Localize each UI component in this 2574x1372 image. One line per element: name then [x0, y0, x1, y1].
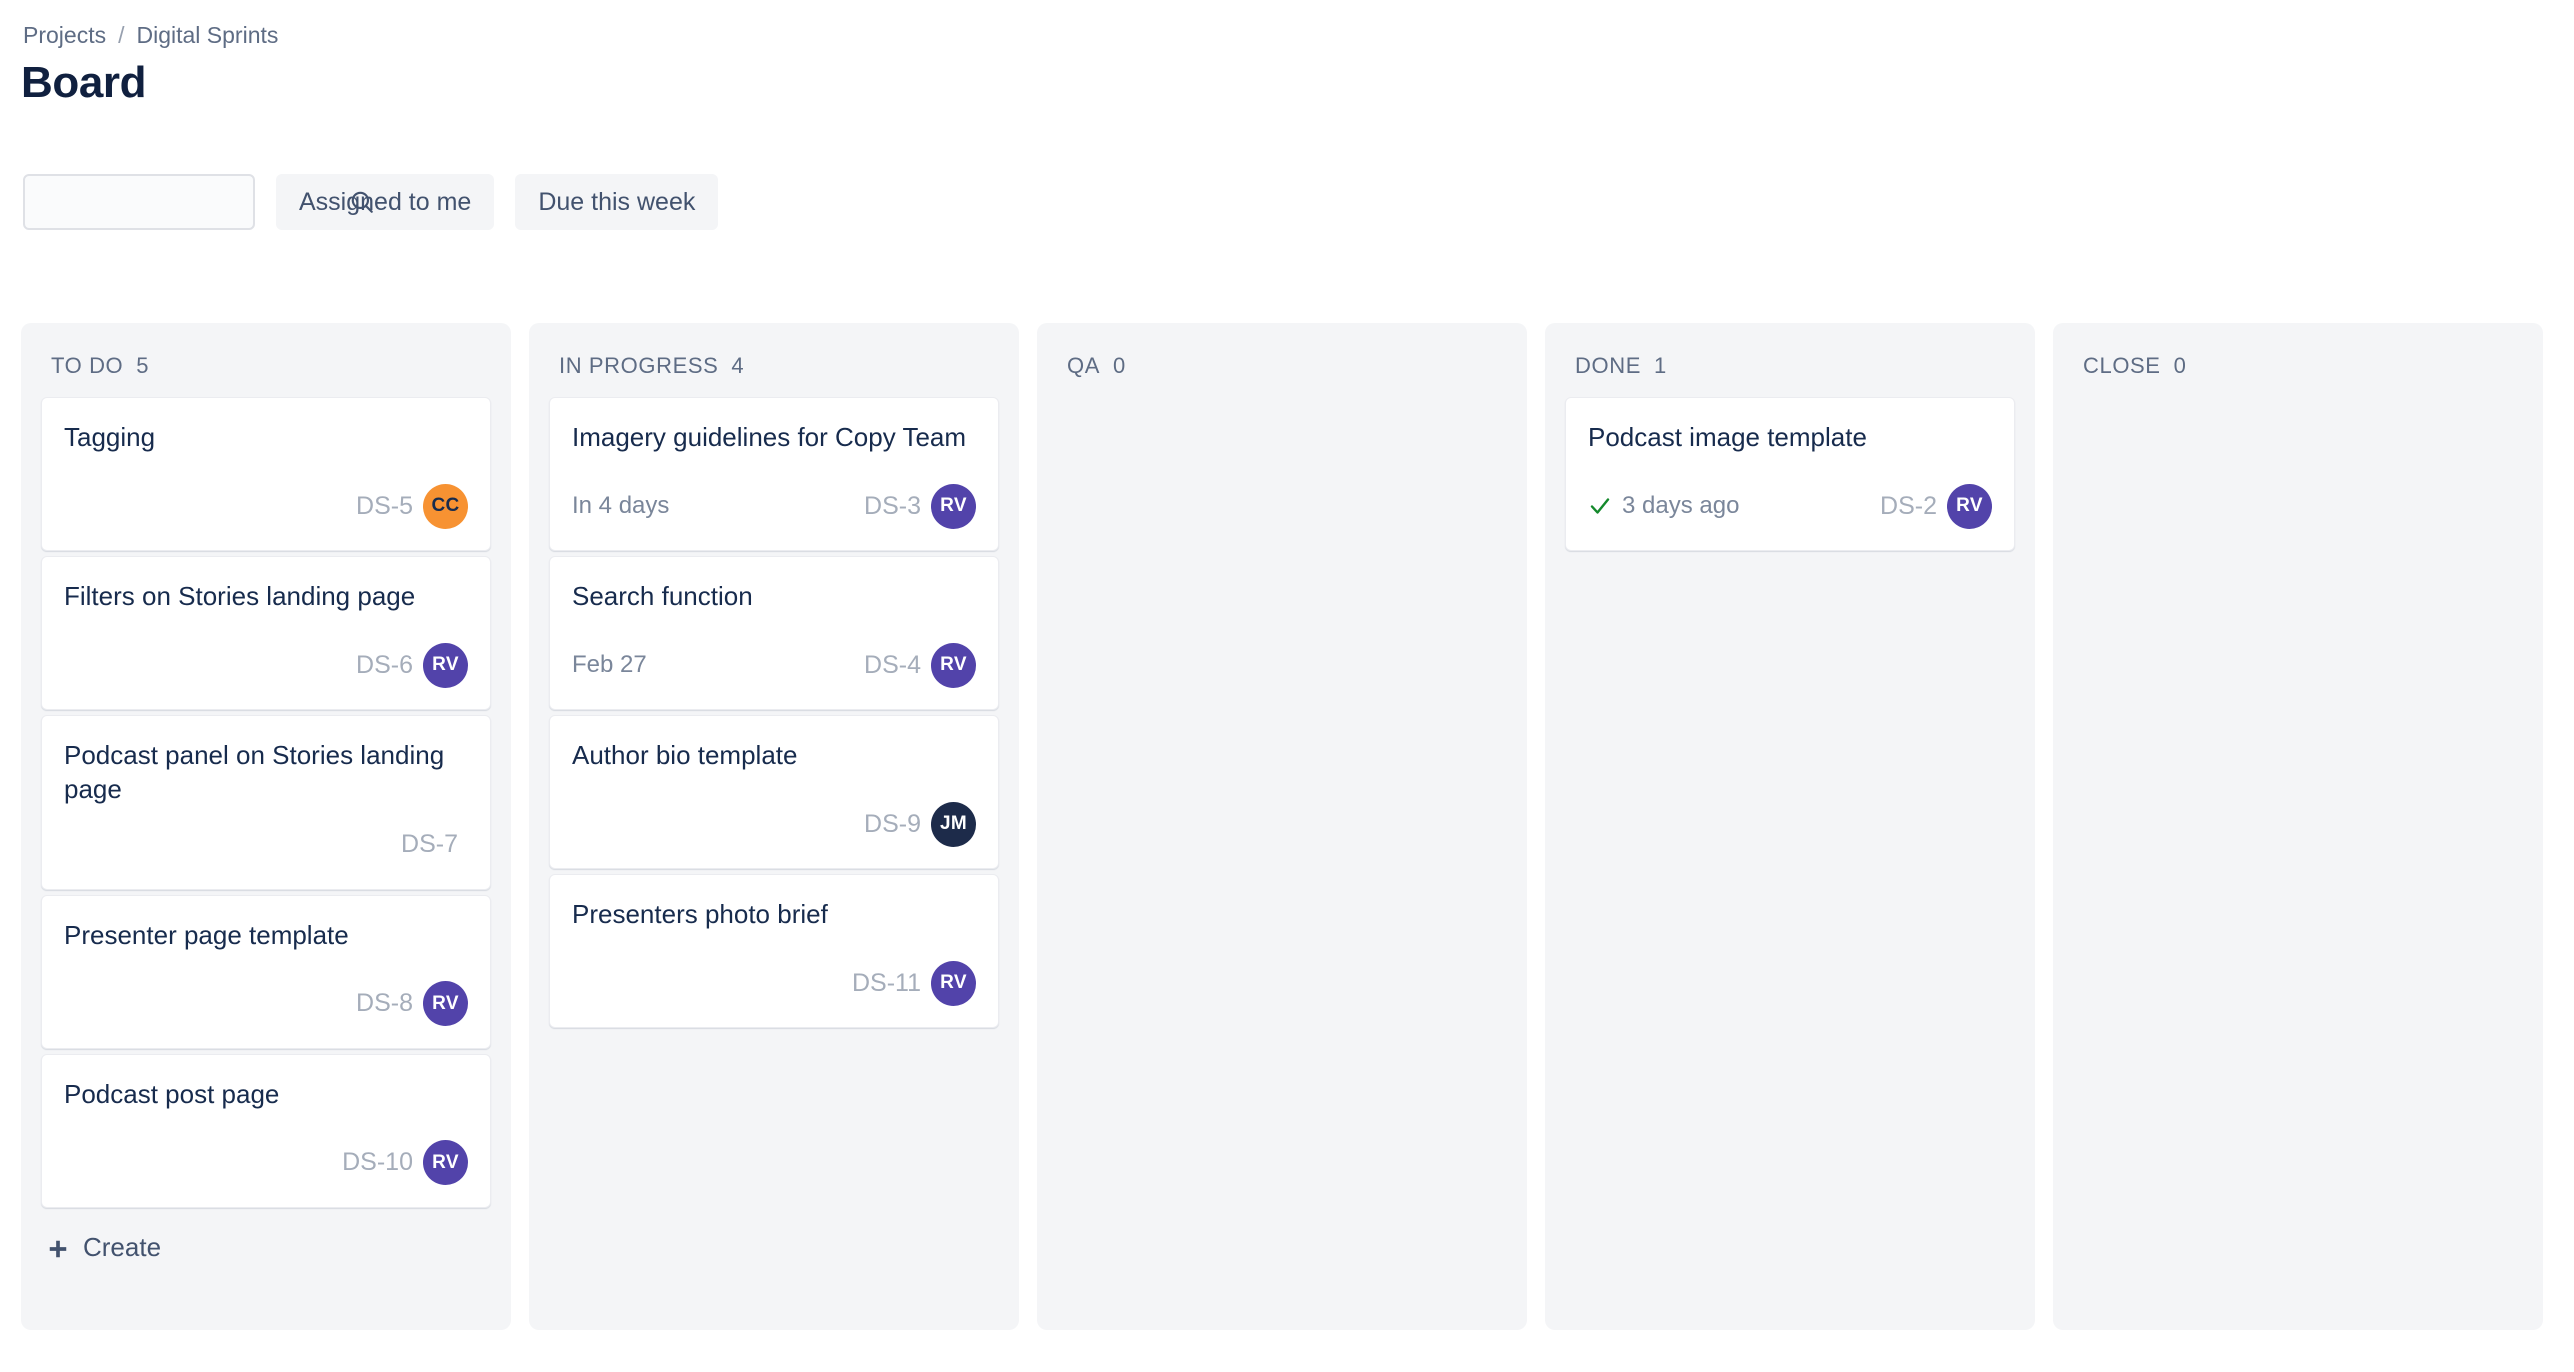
card-footer: DS-9 JM — [572, 800, 976, 848]
avatar[interactable]: CC — [423, 483, 468, 529]
breadcrumb-project-link[interactable]: Digital Sprints — [136, 22, 278, 49]
board-column-in-progress: IN PROGRESS 4 Imagery guidelines for Copy … — [529, 323, 1019, 1330]
board-card[interactable]: Presenters photo brief DS-11 RV — [549, 874, 999, 1028]
card-footer: DS-6 RV — [64, 641, 468, 689]
breadcrumb-projects-link[interactable]: Projects — [23, 22, 106, 49]
card-due-label: 3 days ago — [1622, 492, 1740, 519]
card-due-date: Feb 27 — [572, 651, 647, 679]
avatar[interactable]: RV — [423, 642, 468, 688]
card-issue-key[interactable]: DS-7 — [401, 830, 458, 859]
card-due-date: In 4 days — [572, 492, 669, 520]
board-card[interactable]: Tagging DS-5 CC — [41, 397, 491, 551]
card-list: Podcast image template 3 days ago DS-2 RV — [1545, 397, 2035, 551]
board-card[interactable]: Filters on Stories landing page DS-6 RV — [41, 556, 491, 710]
card-footer: DS-8 RV — [64, 980, 468, 1028]
board-card[interactable]: Search function Feb 27 DS-4 RV — [549, 556, 999, 710]
card-footer: Feb 27 DS-4 RV — [572, 641, 976, 689]
create-button[interactable]: Create — [41, 1224, 167, 1271]
card-title: Author bio template — [572, 740, 798, 770]
card-title: Imagery guidelines for Copy Team — [572, 422, 967, 452]
page-title: Board — [21, 58, 147, 107]
board-columns: TO DO 5 Tagging DS-5 CC Filters on Stories la… — [21, 323, 2543, 1330]
column-count: 1 — [1653, 353, 1667, 378]
search-input[interactable] — [39, 176, 349, 228]
board-toolbar: Assigned to me Due this week — [23, 174, 719, 230]
column-header: TO DO 5 — [21, 323, 511, 397]
board-card[interactable]: Imagery guidelines for Copy Team In 4 day… — [549, 397, 999, 551]
column-count: 0 — [2173, 353, 2186, 378]
board-card[interactable]: Podcast image template 3 days ago DS-2 RV — [1565, 397, 2015, 551]
card-title: Presenter page template — [64, 919, 349, 950]
avatar[interactable]: RV — [423, 981, 468, 1027]
board-card[interactable]: Podcast post page DS-10 RV — [41, 1053, 491, 1208]
column-name: QA — [1067, 353, 1100, 378]
card-title: Podcast panel on Stories landing page — [64, 740, 445, 805]
card-footer: DS-11 RV — [572, 959, 976, 1007]
card-due-date: 3 days ago — [1588, 492, 1739, 520]
column-count: 0 — [1113, 353, 1126, 378]
card-list: Tagging DS-5 CC Filters on Stories landing … — [21, 397, 511, 1208]
card-title: Search function — [572, 581, 753, 611]
card-footer: DS-10 RV — [64, 1139, 468, 1187]
avatar[interactable]: RV — [423, 1140, 468, 1186]
column-count: 4 — [731, 353, 744, 378]
avatar[interactable]: RV — [931, 483, 976, 529]
search-icon — [349, 189, 375, 215]
card-issue-key[interactable]: DS-3 — [864, 492, 921, 521]
board-card[interactable]: Author bio template DS-9 JM — [549, 715, 999, 869]
plus-icon — [47, 1236, 69, 1258]
avatar[interactable]: JM — [931, 801, 976, 847]
breadcrumb: Projects / Digital Sprints — [23, 22, 278, 49]
column-header: QA 0 — [1037, 323, 1527, 397]
card-footer: DS-7 — [64, 821, 468, 869]
avatar[interactable]: RV — [931, 642, 976, 688]
card-issue-key[interactable]: DS-11 — [852, 969, 921, 998]
column-header: CLOSE 0 — [2053, 323, 2543, 397]
column-name: DONE — [1575, 353, 1641, 378]
card-title: Presenters photo brief — [572, 899, 828, 929]
column-header: IN PROGRESS 4 — [529, 323, 1019, 397]
column-name: IN PROGRESS — [559, 353, 719, 378]
card-footer: In 4 days DS-3 RV — [572, 482, 976, 530]
search-box[interactable] — [23, 174, 373, 230]
column-name: CLOSE — [2083, 353, 2161, 378]
avatar[interactable]: RV — [1947, 483, 1992, 529]
card-footer: 3 days ago DS-2 RV — [1588, 482, 1992, 530]
create-button-label: Create — [83, 1231, 162, 1262]
board-page: Projects / Digital Sprints Board Assigne… — [0, 0, 2574, 1372]
board-column-close: CLOSE 0 — [2053, 323, 2543, 1330]
card-footer: DS-5 CC — [64, 482, 468, 530]
card-list: Imagery guidelines for Copy Team In 4 day… — [529, 397, 1019, 1028]
filter-due-this-week-button[interactable]: Due this week — [515, 174, 719, 230]
board-column-qa: QA 0 — [1037, 323, 1527, 1330]
card-issue-key[interactable]: DS-10 — [342, 1148, 413, 1177]
card-issue-key[interactable]: DS-6 — [356, 651, 413, 680]
board-column-to-do: TO DO 5 Tagging DS-5 CC Filters on Stories la… — [21, 323, 511, 1330]
board-column-done: DONE 1 Podcast image template 3 days ago DS-… — [1545, 323, 2035, 1330]
breadcrumb-separator: / — [118, 22, 125, 48]
card-issue-key[interactable]: DS-5 — [356, 492, 413, 521]
board-card[interactable]: Podcast panel on Stories landing page DS-… — [41, 715, 491, 890]
card-issue-key[interactable]: DS-8 — [356, 989, 413, 1018]
card-issue-key[interactable]: DS-2 — [1880, 492, 1937, 521]
board-card[interactable]: Presenter page template DS-8 RV — [41, 894, 491, 1049]
card-title: Podcast post page — [64, 1078, 280, 1109]
card-due-label: Feb 27 — [572, 651, 647, 678]
avatar[interactable]: RV — [931, 960, 976, 1006]
card-due-label: In 4 days — [572, 492, 670, 519]
column-name: TO DO — [51, 353, 124, 378]
column-count: 5 — [136, 353, 149, 378]
card-issue-key[interactable]: DS-9 — [864, 810, 921, 839]
card-title: Filters on Stories landing page — [64, 581, 416, 611]
card-title: Podcast image template — [1588, 422, 1867, 452]
column-header: DONE 1 — [1545, 323, 2035, 397]
check-icon — [1588, 494, 1612, 518]
card-issue-key[interactable]: DS-4 — [864, 651, 921, 680]
card-title: Tagging — [64, 422, 156, 452]
